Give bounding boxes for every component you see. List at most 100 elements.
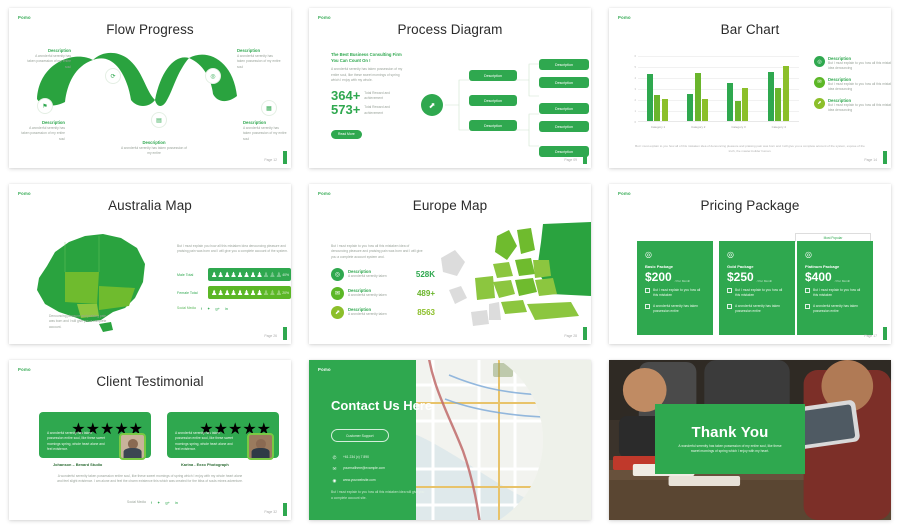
- slide-europe-map[interactable]: Pomo Europe Map But I must explain to yo…: [309, 184, 591, 344]
- avatar-head: [127, 439, 138, 449]
- brand-logo: Pomo: [18, 367, 31, 372]
- europe-stats: ◎ Description A wonderful serenity taken…: [331, 268, 435, 325]
- slide-flow-progress[interactable]: Pomo Flow Progress ⚑ ⟳ ▤ ◎ ▦ Description…: [9, 8, 291, 168]
- linkedin-icon[interactable]: in: [225, 306, 228, 311]
- europe-row-3[interactable]: ⬈ Description A wonderful serenity taken…: [331, 306, 435, 319]
- stat-row-female-percent: 20%: [282, 290, 290, 295]
- process-stat-2: 573+ Total Reward and achievement: [331, 102, 403, 118]
- bar[interactable]: [661, 99, 668, 121]
- process-node-3[interactable]: Description: [469, 95, 517, 106]
- stat-row-male: Male Total ♟♟♟♟♟♟♟♟♟♟♟ 40%: [177, 268, 291, 281]
- google-plus-icon[interactable]: g+: [165, 500, 170, 505]
- bar[interactable]: [687, 93, 694, 121]
- twitter-icon[interactable]: ✦: [157, 500, 160, 505]
- pricing-card-basic-price: $200: [645, 270, 672, 284]
- process-node-4[interactable]: Description: [539, 59, 589, 70]
- process-node-2[interactable]: Description: [469, 120, 517, 131]
- slide-process-diagram[interactable]: Pomo Process Diagram The Best Business C…: [309, 8, 591, 168]
- linkedin-icon[interactable]: in: [175, 500, 178, 505]
- process-node-7[interactable]: Description: [539, 121, 589, 132]
- page-number: Page 28: [564, 334, 577, 338]
- pricing-card-basic-feature-2: A wonderful serenity has taken possessio…: [645, 303, 705, 315]
- page-title: Process Diagram: [397, 22, 503, 37]
- mail-icon: ✉: [332, 466, 337, 472]
- legend-item-2[interactable]: ✉ Description But I must explain to you …: [814, 76, 891, 93]
- europe-row-1[interactable]: ◎ Description A wonderful serenity taken…: [331, 268, 435, 281]
- pricing-card-basic[interactable]: ◎ Basic Package $200 / Per Month But I m…: [637, 241, 713, 335]
- flow-node-4[interactable]: ◎: [205, 68, 221, 84]
- slide-cell-client-testimonial[interactable]: Pomo Client Testimonial ★★★★★ A wonderfu…: [0, 352, 300, 528]
- legend-item-1[interactable]: ◎ Description But I must explain to you …: [814, 56, 891, 72]
- bar[interactable]: [782, 66, 789, 121]
- bar[interactable]: [646, 73, 653, 121]
- pricing-card-platinum-period: / Per Month: [834, 279, 851, 283]
- facebook-icon[interactable]: f: [151, 500, 152, 505]
- bar[interactable]: [742, 88, 749, 121]
- contact-row-email[interactable]: ✉ yourmailhere@example.com: [331, 466, 451, 473]
- process-stat-2-value: 573+: [331, 102, 361, 118]
- page-title: Contact Us Here: [331, 398, 433, 413]
- europe-row-2-body: A wonderful serenity taken: [348, 293, 387, 298]
- flow-description-4-heading: Description: [237, 48, 261, 53]
- bar[interactable]: [702, 99, 709, 121]
- slide-contact-us[interactable]: BURG Pomo Contact Us Here Customer Suppo…: [309, 360, 591, 520]
- bar[interactable]: [734, 101, 741, 121]
- twitter-icon[interactable]: ✦: [207, 306, 210, 311]
- slide-cell-bar-chart[interactable]: Pomo Bar Chart 6 5 4 3 2 1 0 Category 1 Categor…: [600, 0, 900, 176]
- flow-node-5[interactable]: ▦: [261, 100, 277, 116]
- pricing-card-platinum-price: $400: [805, 270, 832, 284]
- europe-map-icon: [431, 220, 591, 338]
- slide-cell-flow-progress[interactable]: Pomo Flow Progress ⚑ ⟳ ▤ ◎ ▦ Description…: [0, 0, 300, 176]
- slide-bar-chart[interactable]: Pomo Bar Chart 6 5 4 3 2 1 0 Category 1 Categor…: [609, 8, 891, 168]
- pricing-card-platinum-feature-2: A wonderful serenity has taken possessio…: [805, 303, 865, 315]
- slide-cell-process-diagram[interactable]: Pomo Process Diagram The Best Business C…: [300, 0, 600, 176]
- read-more-button[interactable]: Read More: [331, 129, 362, 139]
- customer-support-button[interactable]: Customer Support: [331, 429, 389, 443]
- page-marker: [583, 327, 587, 340]
- process-text-block: The Best Business Consulting Firm You Ca…: [331, 52, 403, 140]
- europe-row-2[interactable]: ✉ Description A wonderful serenity taken…: [331, 287, 435, 300]
- flow-node-1[interactable]: ⚑: [37, 98, 53, 114]
- slide-cell-thank-you[interactable]: Thank You A wonderful serenity has taken…: [600, 352, 900, 528]
- google-plus-icon[interactable]: g+: [215, 306, 220, 311]
- flow-node-3[interactable]: ▤: [151, 112, 167, 128]
- slide-australia-map[interactable]: Pomo Australia Map But I must explain yo…: [9, 184, 291, 344]
- legend-item-2-body: But I must explain to you how all this m…: [828, 81, 891, 92]
- flow-description-1-heading: Description: [47, 48, 71, 53]
- bar[interactable]: [694, 72, 701, 121]
- slide-cell-pricing-package[interactable]: Pomo Pricing Package Most Popular ◎ Basi…: [600, 176, 900, 352]
- pricing-card-gold[interactable]: ◎ Gold Package $250 / Per Month But I mu…: [719, 241, 795, 335]
- process-node-1[interactable]: Description: [469, 70, 517, 81]
- slide-cell-australia-map[interactable]: Pomo Australia Map But I must explain yo…: [0, 176, 300, 352]
- slide-thank-you[interactable]: Thank You A wonderful serenity has taken…: [609, 360, 891, 520]
- bar[interactable]: [727, 82, 734, 121]
- slide-cell-contact-us[interactable]: BURG Pomo Contact Us Here Customer Suppo…: [300, 352, 600, 528]
- legend-item-3[interactable]: ⬈ Description But I must explain to you …: [814, 97, 891, 114]
- process-node-5[interactable]: Description: [539, 77, 589, 88]
- process-stat-1: 364+ Total Reward and achievement: [331, 88, 403, 104]
- facebook-icon[interactable]: f: [201, 306, 202, 311]
- bar[interactable]: [767, 71, 774, 121]
- social-bar: Social Media f ✦ g+ in: [177, 306, 291, 311]
- stat-row-male-bar: ♟♟♟♟♟♟♟♟♟♟♟ 40%: [208, 268, 291, 281]
- social-label: Social Media: [177, 306, 196, 310]
- flow-description-1-body: A wonderful serenity has taken possessio…: [27, 54, 71, 69]
- bar[interactable]: [775, 88, 782, 121]
- page-title: Client Testimonial: [96, 374, 204, 389]
- y-tick: 6: [634, 54, 636, 58]
- avatar-head: [255, 439, 266, 449]
- flow-node-2[interactable]: ⟳: [105, 68, 121, 84]
- process-stat-1-label: Total Reward and achievement: [364, 90, 390, 100]
- testimonial-1-name: Johanson – Benard Studio: [53, 462, 103, 467]
- bar[interactable]: [654, 94, 661, 121]
- contact-row-phone[interactable]: ✆ +61 234 (x) 7 890: [331, 454, 451, 461]
- pricing-card-basic-feature-1: But I must explain to you how all this m…: [645, 288, 705, 299]
- slide-cell-europe-map[interactable]: Pomo Europe Map But I must explain to yo…: [300, 176, 600, 352]
- process-node-8[interactable]: Description: [539, 146, 589, 157]
- process-node-6[interactable]: Description: [539, 103, 589, 114]
- slide-client-testimonial[interactable]: Pomo Client Testimonial ★★★★★ A wonderfu…: [9, 360, 291, 520]
- contact-row-website[interactable]: ◉ www.yourwebsite.com: [331, 477, 451, 484]
- slide-pricing-package[interactable]: Pomo Pricing Package Most Popular ◎ Basi…: [609, 184, 891, 344]
- pricing-card-platinum-name: Platinum Package: [805, 264, 840, 269]
- pricing-card-platinum[interactable]: ◎ Platinum Package $400 / Per Month But …: [797, 241, 873, 335]
